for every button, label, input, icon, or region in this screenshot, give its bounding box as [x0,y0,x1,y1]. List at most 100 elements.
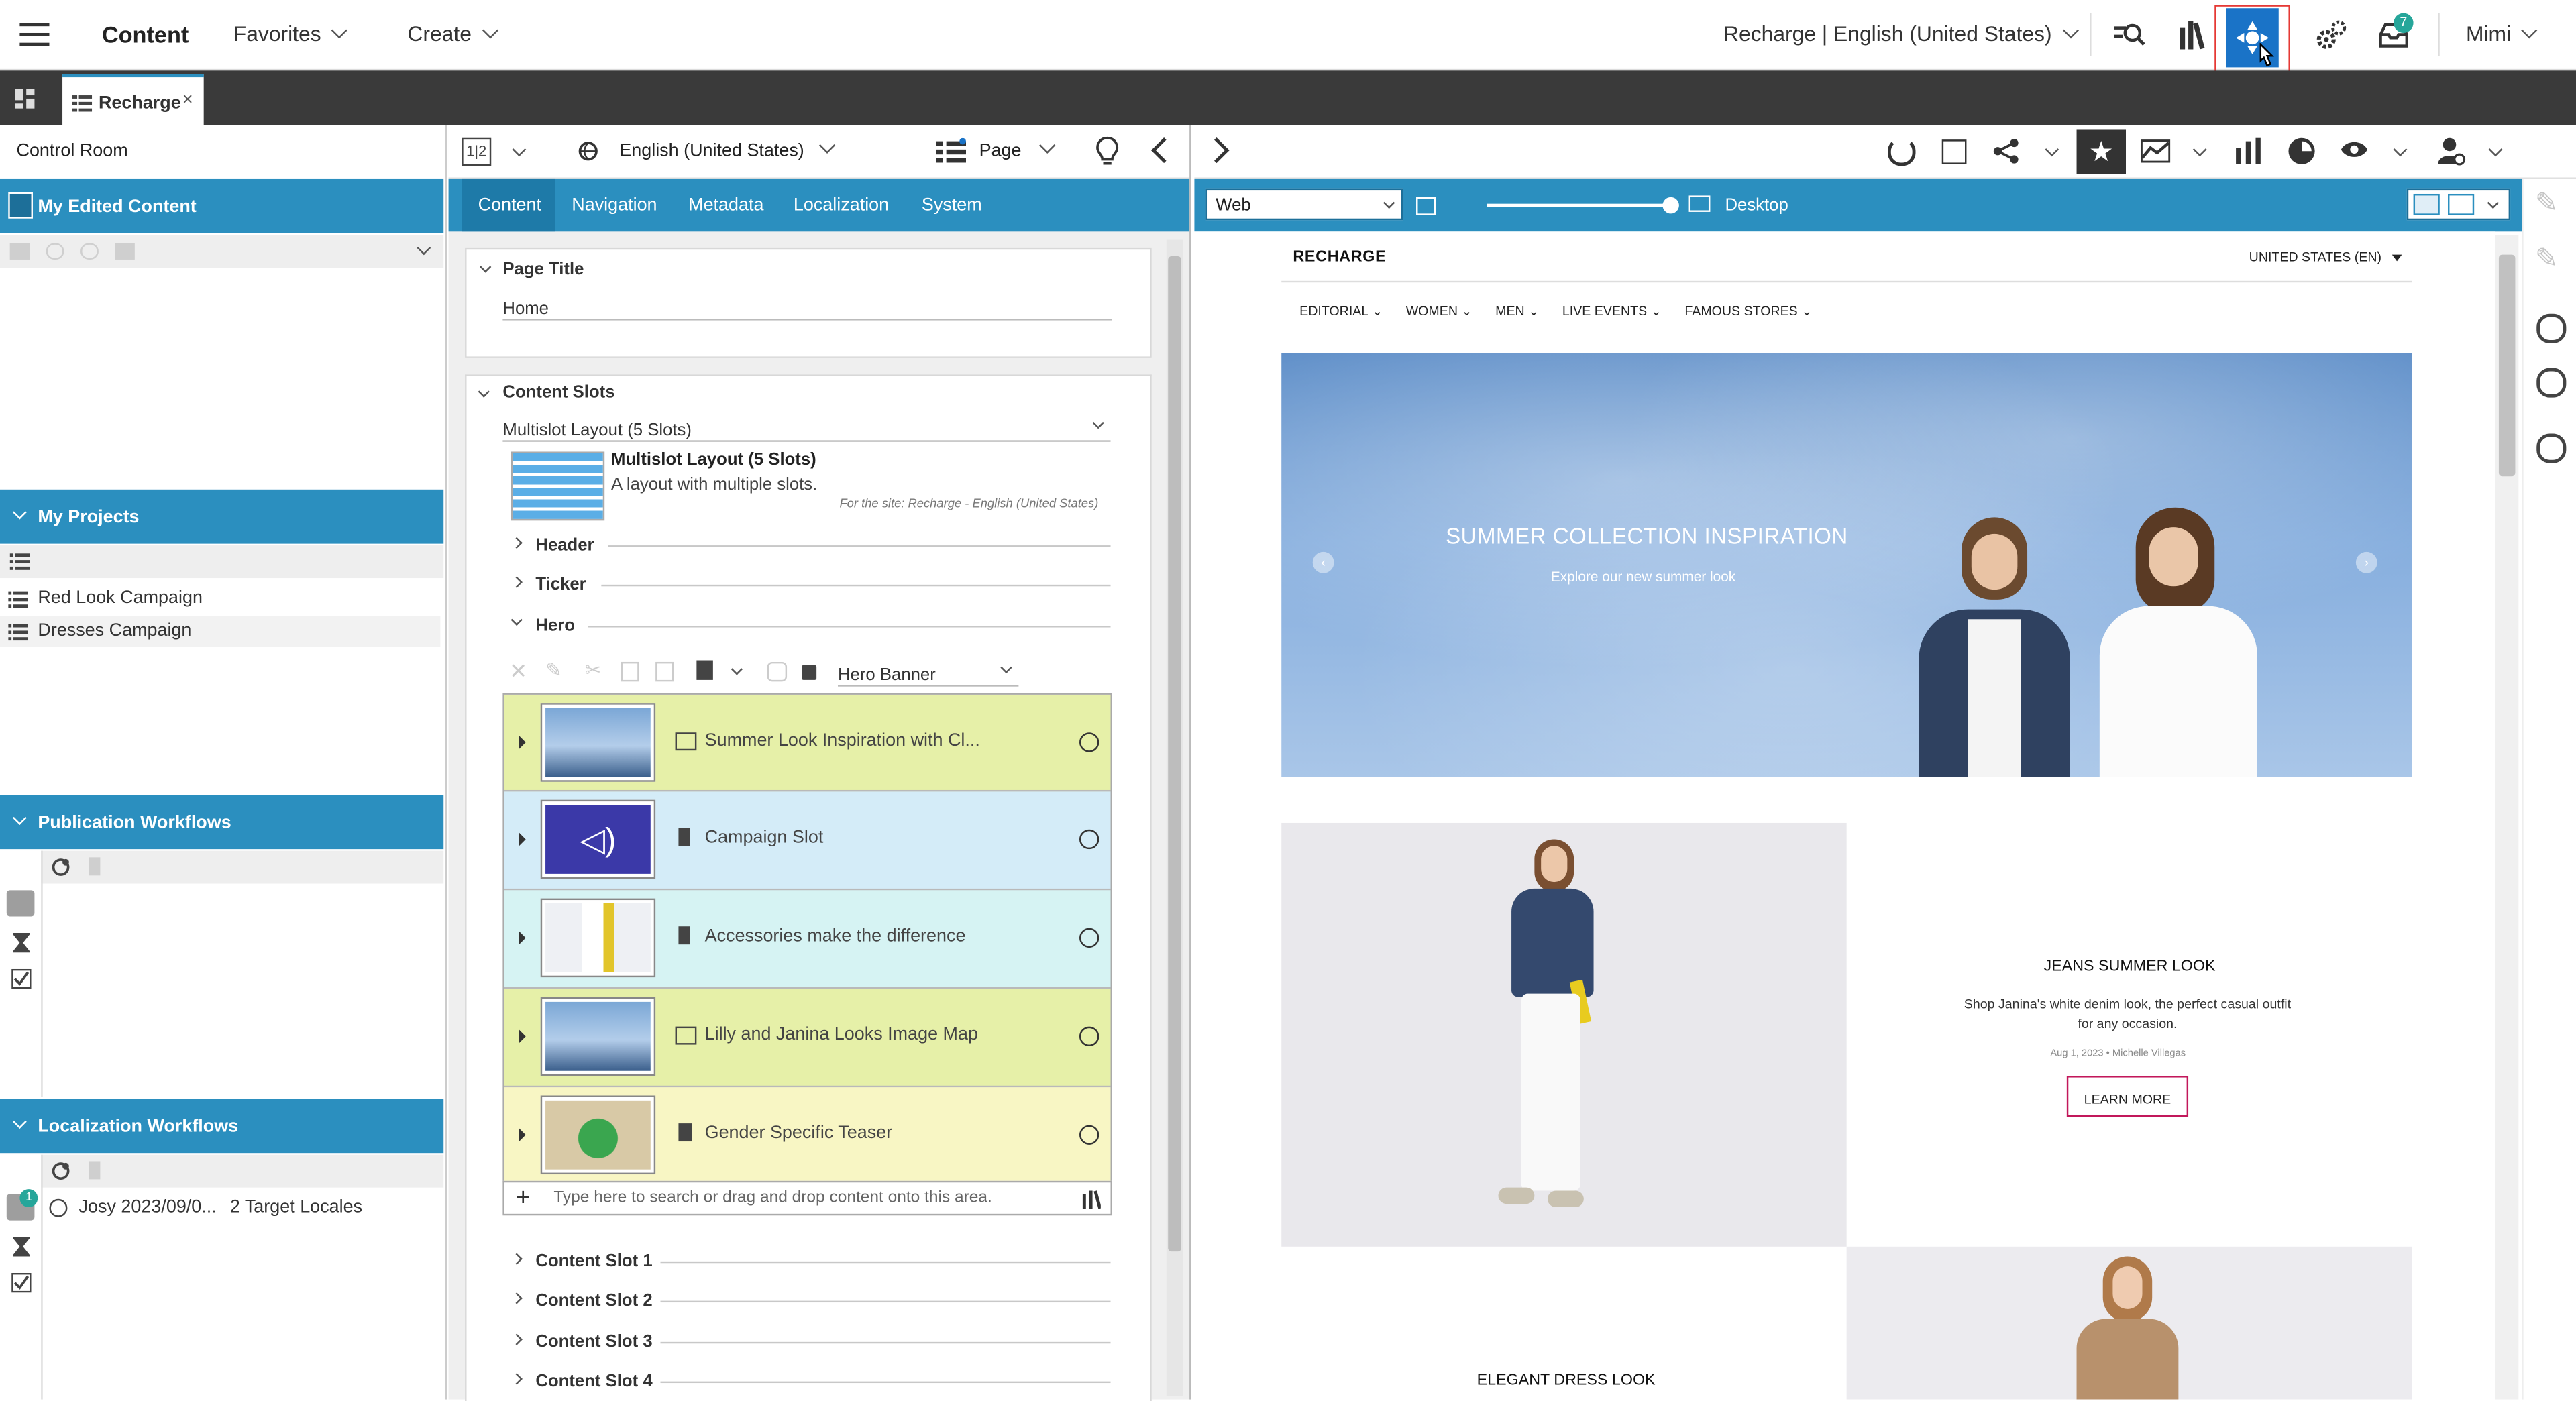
content-slot-2[interactable]: Content Slot 2 [502,1284,1111,1314]
site-nav-item[interactable]: EDITORIAL ⌄ [1299,304,1383,319]
hourglass-icon[interactable] [11,1237,31,1257]
edit-pen-crossed-icon[interactable]: ✎ [2535,243,2559,276]
globe-icon[interactable] [1079,1125,1099,1145]
list-item[interactable]: Dresses Campaign [0,616,441,647]
viewport-icon[interactable] [1416,197,1436,215]
user-menu[interactable]: Mimi [2466,21,2538,46]
checkbox-icon[interactable] [11,968,32,989]
expand-icon[interactable] [519,1128,526,1142]
start-workflow-icon[interactable] [51,857,70,877]
my-projects-header[interactable]: My Projects [0,489,444,544]
collapse-left-icon[interactable] [1151,137,1177,164]
new-content-icon[interactable] [696,660,713,680]
paste-icon[interactable] [655,661,674,682]
editor-scrollbar[interactable] [1166,239,1183,1396]
open-external-icon[interactable] [1941,139,1967,164]
library-icon[interactable] [1081,1189,1101,1209]
tab-recharge[interactable]: Recharge × [62,74,204,125]
chevron-down-icon[interactable] [512,142,527,157]
copy-icon[interactable] [621,661,639,682]
slider-handle[interactable] [1662,197,1679,214]
split-view-icon[interactable]: 1|2 [462,137,492,166]
carousel-prev-button[interactable]: ‹ [1312,551,1334,573]
favorite-button[interactable]: ★ [2076,129,2127,174]
content-slot-1[interactable]: Content Slot 1 [502,1245,1111,1274]
list-item[interactable]: Accessories make the difference [504,890,1111,989]
globe-icon[interactable] [1079,732,1099,752]
link-icon[interactable] [767,661,788,682]
edit-icon[interactable]: ✎ [545,659,562,681]
checkbox-icon[interactable] [11,1272,32,1293]
scrollbar-thumb[interactable] [2498,254,2516,477]
list-item[interactable]: Lilly and Janina Looks Image Map [504,989,1111,1088]
site-logo[interactable]: RECHARGE [1293,248,1386,266]
scrollbar-thumb[interactable] [1168,256,1181,1252]
inbox-icon[interactable] [6,890,35,917]
library-icon[interactable] [2177,18,2210,51]
chevron-down-icon[interactable] [2488,142,2503,157]
drop-search-area[interactable]: + Type here to search or drag and drop c… [502,1180,1112,1216]
expand-right-icon[interactable] [1203,137,1230,164]
chevron-down-icon[interactable] [417,241,431,256]
single-view-icon[interactable] [2413,193,2440,215]
checkbox[interactable] [8,192,33,219]
bar-chart-icon[interactable] [2235,136,2264,166]
carousel-next-button[interactable]: › [2355,551,2377,573]
list-item[interactable]: Summer Look Inspiration with Cl... [504,694,1111,792]
site-nav-item[interactable]: LIVE EVENTS ⌄ [1562,304,1662,319]
tab-system[interactable]: System [922,195,982,215]
edit-pen-icon[interactable]: ✎ [2535,187,2559,220]
second-teaser-image[interactable] [1846,1246,2412,1400]
publication-workflows-header[interactable]: Publication Workflows [0,795,444,850]
lock-icon[interactable] [802,665,817,680]
expand-icon[interactable] [519,931,526,945]
list-item[interactable]: Josy 2023/09/0... 2 Target Locales [43,1192,444,1224]
hero-banner[interactable]: SUMMER COLLECTION INSPIRATION Explore ou… [1281,353,2412,777]
globe-icon[interactable] [1079,928,1099,948]
create-menu[interactable]: Create [407,21,499,46]
preview-scrollbar[interactable] [2496,235,2519,1400]
search-icon[interactable] [2112,19,2145,49]
locale-selector[interactable]: English (United States) [619,137,835,161]
delete-icon[interactable] [89,1161,101,1180]
site-selector[interactable]: Recharge | English (United States) [1723,21,2079,46]
slot-hero[interactable]: Hero [502,610,1111,639]
chevron-down-icon[interactable] [480,261,492,273]
share-icon[interactable] [1993,138,2019,164]
reload-icon[interactable] [1887,137,1916,166]
site-nav-item[interactable]: MEN ⌄ [1495,304,1539,319]
expand-icon[interactable] [519,736,526,749]
list-item[interactable]: Red Look Campaign [0,583,443,614]
analytics-icon[interactable] [2141,139,2171,163]
teaser-image[interactable] [1281,822,1847,1247]
expand-icon[interactable] [519,832,526,846]
type-selector[interactable]: Page [979,137,1055,161]
expand-icon[interactable] [519,1029,526,1044]
hero-type-select[interactable]: Hero Banner [837,659,1019,687]
layout-select[interactable]: Multislot Layout (5 Slots) [502,414,1111,442]
eye-icon[interactable] [2339,139,2369,159]
remove-icon[interactable]: ✕ [509,659,527,685]
chevron-down-icon[interactable] [731,663,743,675]
content-slot-3[interactable]: Content Slot 3 [502,1325,1111,1355]
viewport-slider[interactable] [1487,203,1671,207]
list-item[interactable]: Gender Specific Teaser [504,1087,1111,1181]
split-view-icon[interactable] [2448,193,2475,215]
layout-toggle[interactable] [2406,188,2511,221]
hamburger-menu-icon[interactable] [19,23,50,46]
chevron-down-icon[interactable] [2393,142,2408,157]
channel-select[interactable]: Web [1205,188,1403,221]
slot-ticker[interactable]: Ticker [502,568,1111,598]
add-icon[interactable]: + [516,1184,530,1213]
localization-workflows-header[interactable]: Localization Workflows [0,1099,444,1154]
close-tab-icon[interactable]: × [182,91,193,110]
my-edited-content-header[interactable]: My Edited Content [0,178,444,233]
dashboard-icon[interactable] [13,87,36,110]
site-nav-item[interactable]: FAMOUS STORES ⌄ [1684,304,1812,319]
tab-navigation[interactable]: Navigation [572,195,657,215]
globe-user-icon[interactable] [2536,433,2567,463]
content-slot-4[interactable]: Content Slot 4 [502,1365,1111,1394]
slot-header[interactable]: Header [502,529,1111,559]
site-locale-selector[interactable]: UNITED STATES (EN) [2249,249,2402,264]
add-project-icon[interactable] [9,552,30,571]
